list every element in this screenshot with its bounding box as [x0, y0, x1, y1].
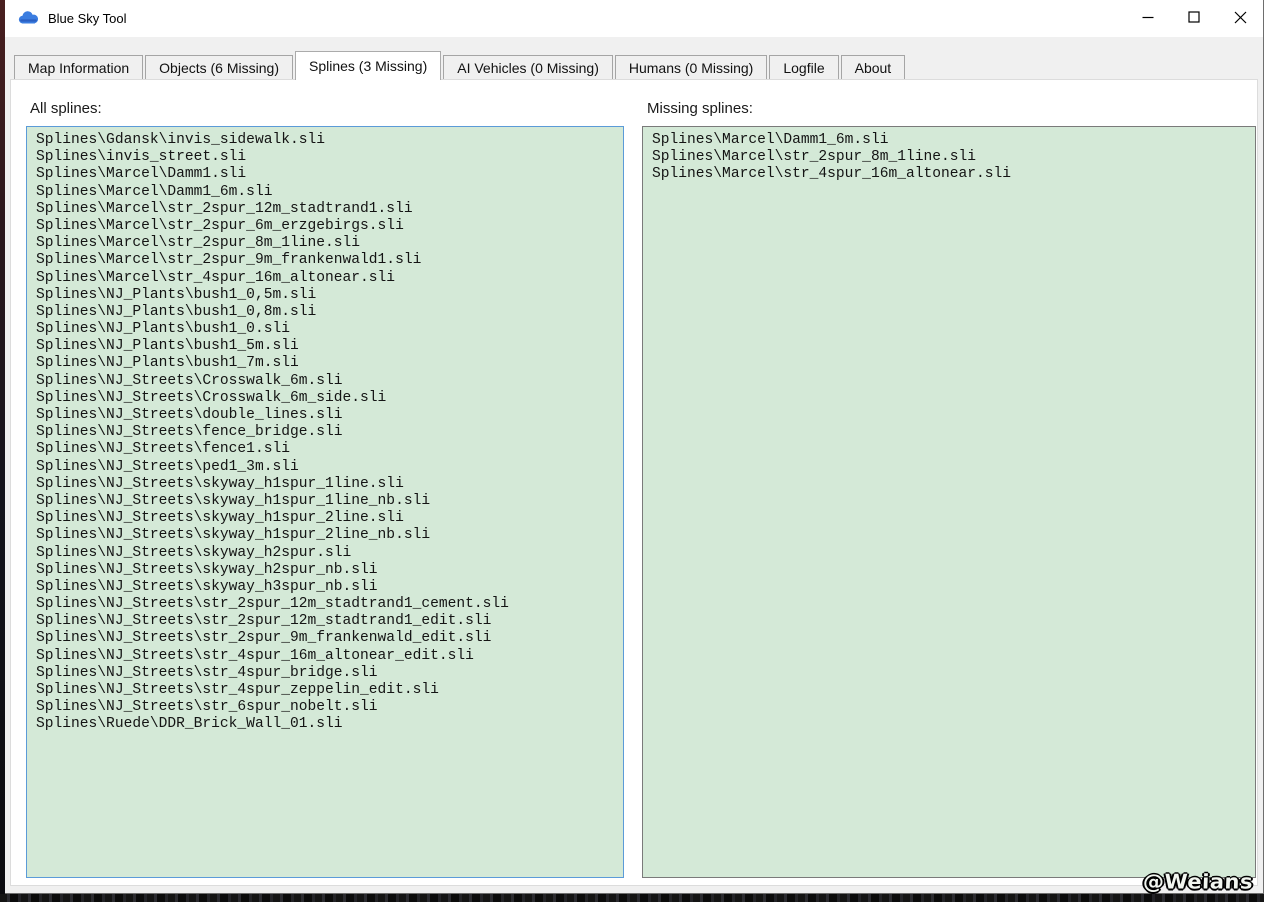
missing-splines-listbox[interactable]: Splines\Marcel\Damm1_6m.sli Splines\Marce…	[642, 126, 1256, 878]
list-item: Splines\NJ_Plants\bush1_7m.sli	[36, 355, 299, 372]
list-item: Splines\NJ_Streets\skyway_h1spur_1line_n…	[36, 492, 431, 509]
tab-about[interactable]: About	[840, 55, 906, 79]
desktop-background-bottom	[0, 894, 1264, 902]
tab-splines[interactable]: Splines (3 Missing)	[294, 51, 442, 80]
close-icon	[1234, 11, 1247, 27]
list-item: Splines\NJ_Plants\bush1_0,8m.sli	[36, 303, 317, 320]
list-item: Splines\Marcel\str_2spur_8m_1line.sli	[36, 235, 361, 252]
tab-ai-vehicles[interactable]: AI Vehicles (0 Missing)	[443, 55, 613, 79]
list-item: Splines\NJ_Streets\skyway_h1spur_1line.s…	[36, 475, 404, 492]
list-item: Splines\NJ_Plants\bush1_0,5m.sli	[36, 286, 317, 303]
minimize-icon	[1142, 11, 1154, 26]
list-item: Splines\Marcel\str_4spur_16m_altonear.sl…	[652, 166, 1012, 183]
list-item: Splines\NJ_Streets\str_6spur_nobelt.sli	[36, 699, 378, 716]
list-item: Splines\NJ_Streets\str_2spur_12m_stadtra…	[36, 596, 509, 613]
maximize-button[interactable]	[1171, 0, 1217, 37]
window-controls	[1125, 0, 1263, 37]
list-item: Splines\NJ_Plants\bush1_5m.sli	[36, 338, 299, 355]
all-splines-listbox[interactable]: Splines\Gdansk\invis_sidewalk.sli Splines…	[26, 126, 624, 878]
list-item: Splines\NJ_Plants\bush1_0.sli	[36, 321, 290, 338]
list-item: Splines\NJ_Streets\double_lines.sli	[36, 407, 343, 423]
window-title: Blue Sky Tool	[48, 11, 127, 26]
cloud-icon	[18, 11, 39, 26]
title-bar: Blue Sky Tool	[5, 0, 1263, 37]
app-window: Blue Sky Tool Map Information Objects (6 …	[5, 0, 1264, 894]
list-item: Splines\NJ_Streets\fence1.sli	[36, 441, 290, 458]
list-item: Splines\Marcel\Damm1.sli	[36, 166, 247, 183]
list-item: Splines\NJ_Streets\str_2spur_9m_frankenw…	[36, 630, 492, 647]
list-item: Splines\NJ_Streets\str_4spur_16m_altonea…	[36, 647, 474, 664]
all-splines-label: All splines:	[30, 100, 102, 117]
tab-map-information[interactable]: Map Information	[14, 55, 144, 79]
list-item: Splines\Marcel\Damm1_6m.sli	[652, 132, 889, 148]
tab-strip: Map Information Objects (6 Missing) Spline…	[14, 51, 907, 80]
list-item: Splines\Marcel\str_2spur_8m_1line.sli	[652, 149, 977, 166]
list-item: Splines\NJ_Streets\str_2spur_12m_stadtra…	[36, 613, 492, 630]
close-button[interactable]	[1217, 0, 1263, 37]
list-item: Splines\NJ_Streets\Crosswalk_6m_side.sli	[36, 389, 387, 406]
list-item: Splines\NJ_Streets\skyway_h1spur_2line.s…	[36, 510, 404, 527]
list-item: Splines\invis_street.sli	[36, 149, 247, 166]
list-item: Splines\NJ_Streets\skyway_h2spur_nb.sli	[36, 561, 378, 578]
watermark: @Weians	[1142, 870, 1254, 894]
list-item: Splines\NJ_Streets\str_4spur_bridge.sli	[36, 664, 378, 681]
list-item: Splines\Marcel\str_2spur_12m_stadtrand1.…	[36, 200, 413, 217]
list-item: Splines\NJ_Streets\skyway_h3spur_nb.sli	[36, 578, 378, 595]
maximize-icon	[1188, 11, 1200, 26]
list-item: Splines\Ruede\DDR_Brick_Wall_01.sli	[36, 716, 343, 733]
tab-logfile[interactable]: Logfile	[769, 55, 839, 79]
list-item: Splines\NJ_Streets\ped1_3m.sli	[36, 458, 299, 475]
list-item: Splines\Marcel\str_2spur_9m_frankenwald1…	[36, 252, 422, 269]
splines-tab-page: All splines: Missing splines: Splines\Gd…	[10, 79, 1258, 886]
list-item: Splines\NJ_Streets\skyway_h2spur.sli	[36, 544, 352, 561]
tab-humans[interactable]: Humans (0 Missing)	[614, 55, 768, 79]
list-item: Splines\NJ_Streets\str_4spur_zeppelin_ed…	[36, 682, 439, 698]
list-item: Splines\Marcel\Damm1_6m.sli	[36, 183, 273, 200]
list-item: Splines\NJ_Streets\fence_bridge.sli	[36, 424, 343, 441]
list-item: Splines\Marcel\str_4spur_16m_altonear.sl…	[36, 269, 396, 286]
missing-splines-label: Missing splines:	[647, 100, 753, 117]
list-item: Splines\NJ_Streets\skyway_h1spur_2line_n…	[36, 527, 431, 544]
tab-objects[interactable]: Objects (6 Missing)	[145, 55, 293, 79]
list-item: Splines\Marcel\str_2spur_6m_erzgebirgs.s…	[36, 217, 404, 234]
list-item: Splines\NJ_Streets\Crosswalk_6m.sli	[36, 372, 343, 389]
list-item: Splines\Gdansk\invis_sidewalk.sli	[36, 132, 326, 148]
minimize-button[interactable]	[1125, 0, 1171, 37]
